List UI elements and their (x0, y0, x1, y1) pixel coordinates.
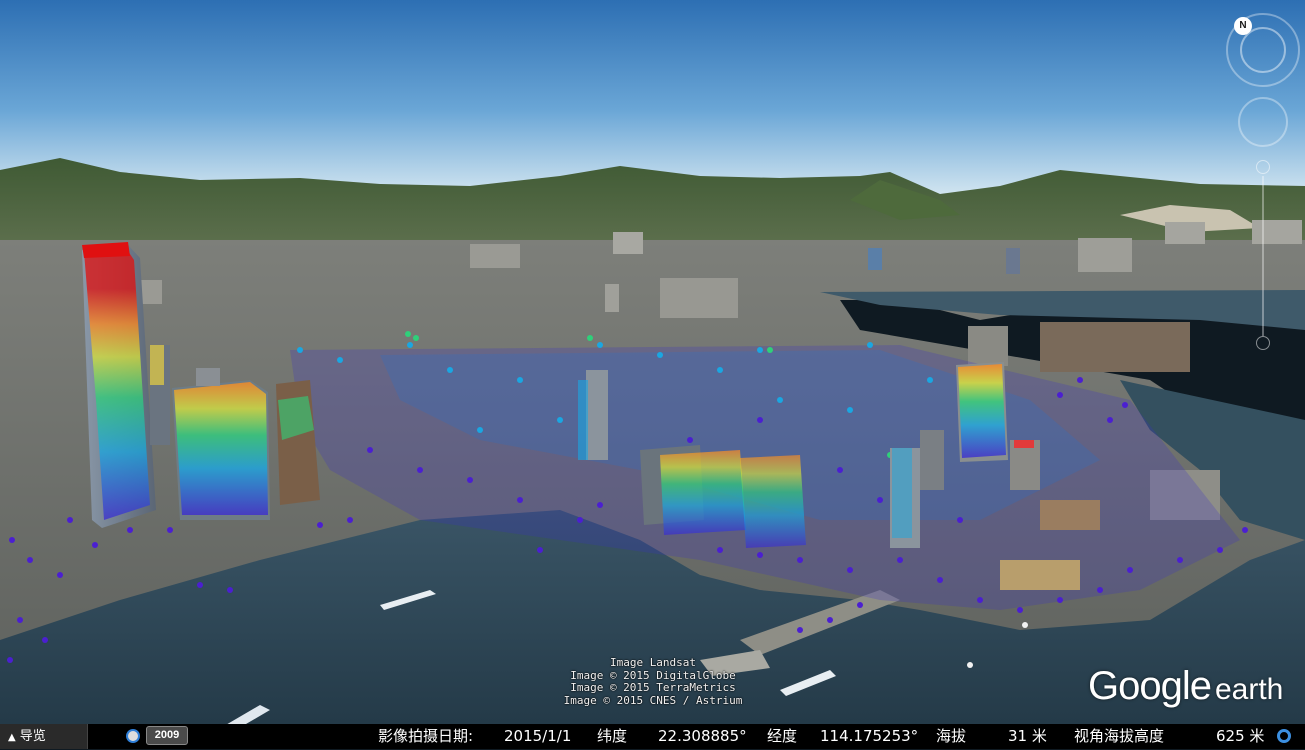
navigation-toggle-button[interactable]: ▲ 导览 (0, 724, 88, 749)
north-indicator[interactable]: N (1234, 17, 1252, 35)
attribution-line: Image Landsat (609, 656, 697, 669)
eye-altitude-label: 视角海拔高度 (1074, 727, 1165, 745)
zoom-in-icon[interactable] (1256, 160, 1270, 174)
longitude-label: 经度 (767, 727, 798, 745)
imagery-date-label: 影像拍摄日期: (378, 727, 474, 745)
chevron-up-icon: ▲ (8, 732, 16, 743)
status-bar: ▲ 导览 2009 影像拍摄日期: 2015/1/1 纬度 22.308885° … (0, 724, 1305, 749)
map-viewport[interactable] (0, 0, 1305, 724)
earth-3d-view[interactable] (0, 0, 1305, 724)
elevation-label: 海拔 (936, 727, 967, 745)
eye-altitude-value: 625 米 (1216, 727, 1265, 745)
zoom-track-line[interactable] (1262, 176, 1264, 336)
elevation-value: 31 米 (1008, 727, 1047, 745)
imagery-attribution: Image Landsat Image © 2015 DigitalGlobe … (548, 656, 758, 707)
look-icon[interactable] (1238, 97, 1288, 147)
longitude-value: 114.175253° (820, 727, 919, 745)
loading-icon (1277, 729, 1291, 743)
logo-google-text: Google (1088, 664, 1212, 708)
compass-icon[interactable]: N (1226, 13, 1300, 87)
clock-icon[interactable] (126, 729, 140, 743)
google-earth-logo: Google earth (1088, 664, 1283, 709)
logo-earth-text: earth (1214, 673, 1284, 706)
historical-imagery-year-button[interactable]: 2009 (146, 726, 188, 745)
attribution-line: Image © 2015 CNES / Astrium (563, 693, 743, 707)
latitude-value: 22.308885° (658, 727, 747, 745)
zoom-out-icon[interactable] (1256, 336, 1270, 350)
imagery-date-value: 2015/1/1 (504, 727, 572, 745)
attribution-line: Image © 2015 TerraMetrics (570, 681, 736, 694)
zoom-slider[interactable] (1256, 160, 1270, 350)
latitude-label: 纬度 (597, 727, 628, 745)
navigation-label: 导览 (19, 729, 46, 744)
